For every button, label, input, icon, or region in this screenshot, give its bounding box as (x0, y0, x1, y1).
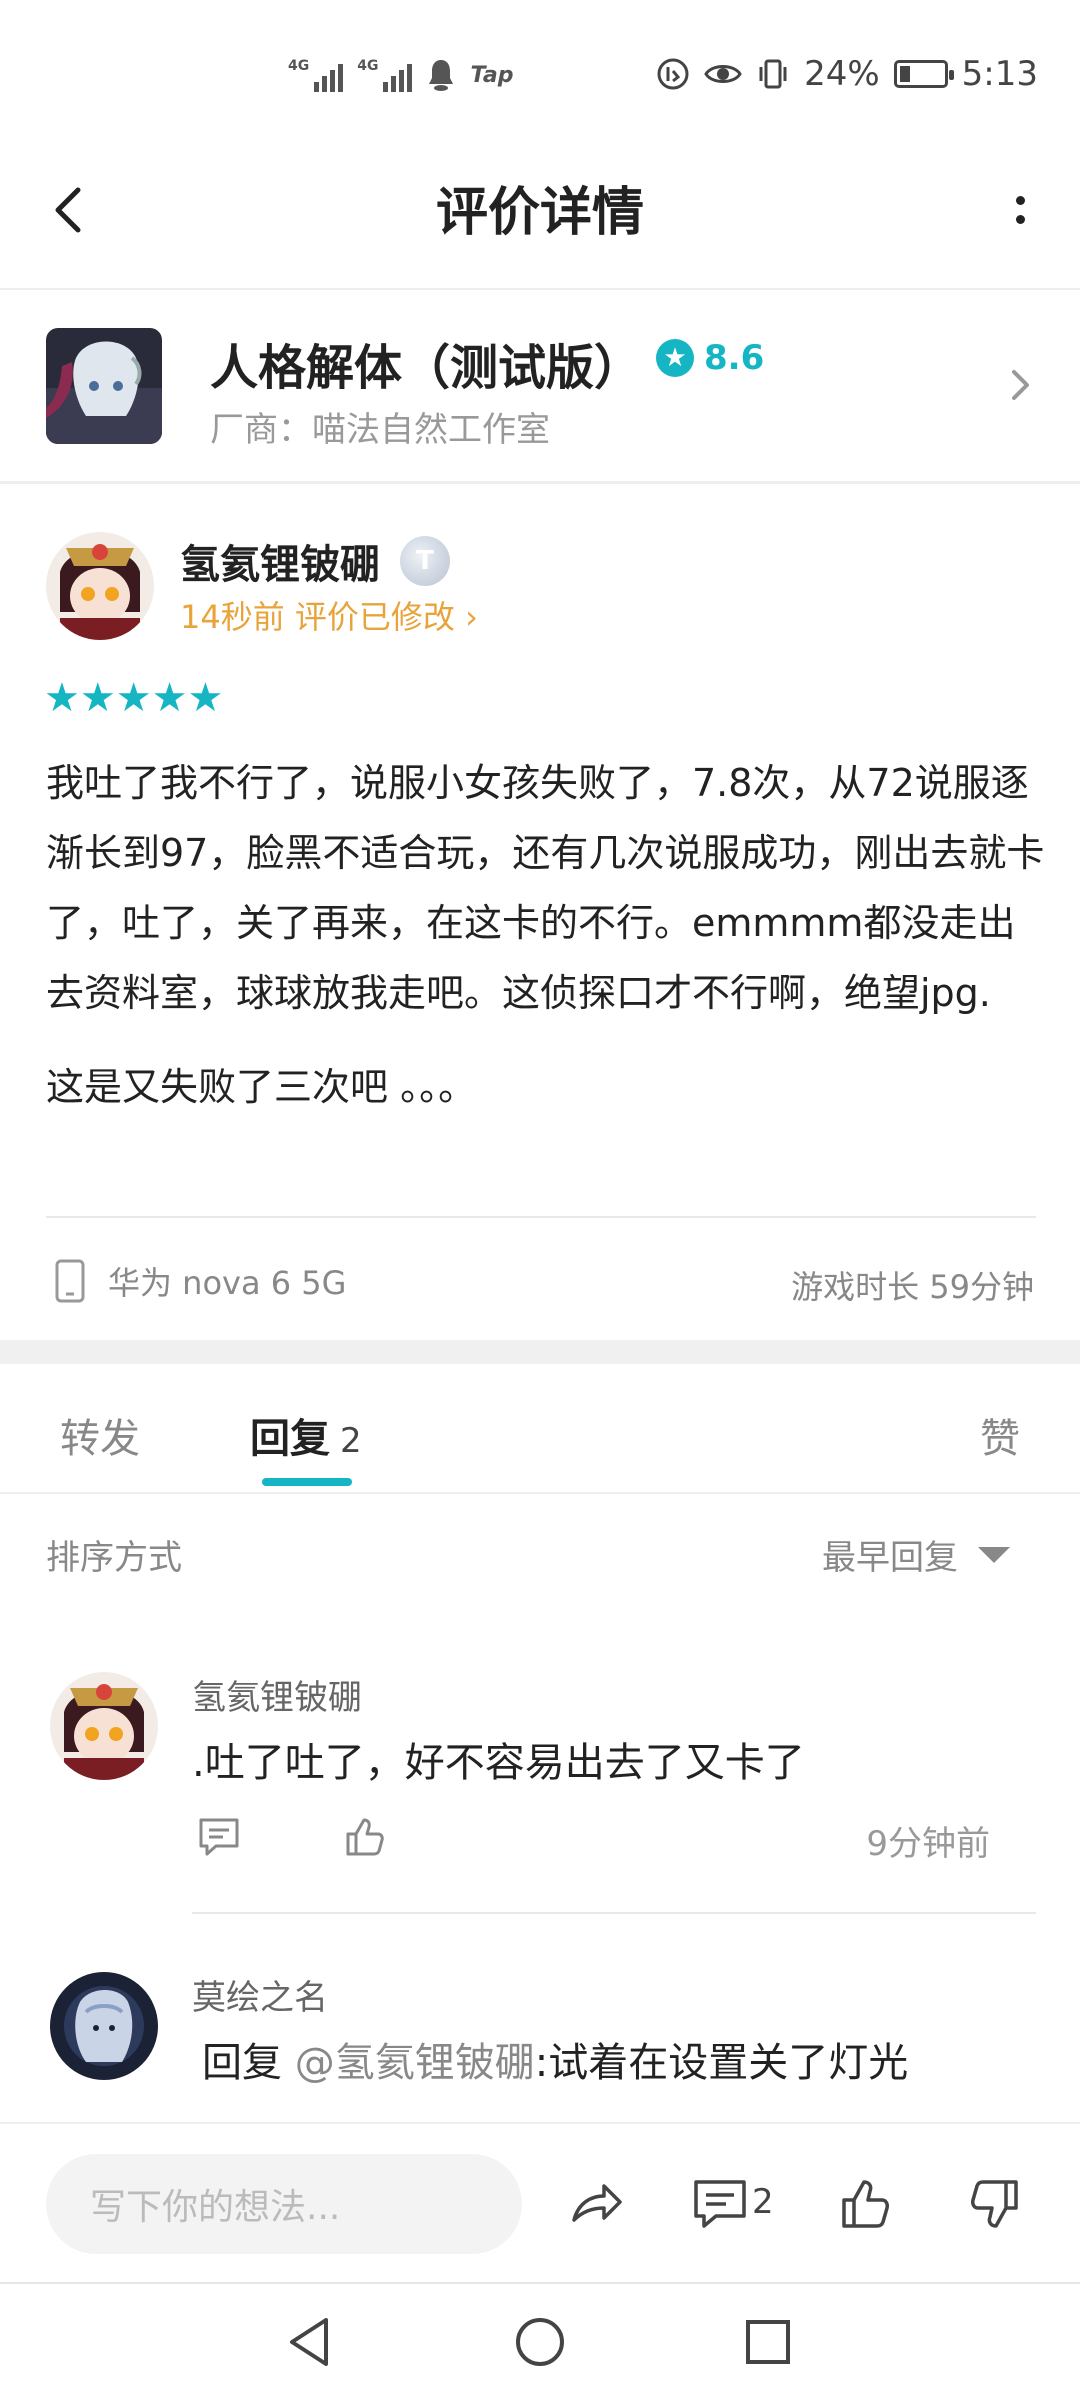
reviewer-avatar[interactable] (46, 532, 154, 640)
game-vendor: 厂商：喵法自然工作室 (210, 410, 550, 450)
review-paragraph-2: 这是又失败了三次吧 。。。 (46, 1065, 477, 1109)
phone-icon (55, 1259, 85, 1303)
app-header: 评价详情 (0, 150, 1080, 290)
share-icon[interactable] (566, 2174, 626, 2234)
reply-time: 9分钟前 (866, 1824, 990, 1864)
review-paragraph-1: 我吐了我不行了，说服小女孩失败了，7.8次，从72说服逐渐长到97，脸黑不适合玩… (46, 761, 1045, 1015)
tab-forward[interactable]: 转发 (60, 1406, 140, 1464)
reply-avatar[interactable] (50, 1972, 158, 2080)
reply-actions (196, 1814, 388, 1860)
nav-recents-icon[interactable] (738, 2312, 798, 2372)
reply-item: 氢氦锂铍硼 .吐了吐了，好不容易出去了又卡了 9分钟前 (0, 1616, 1080, 1916)
game-card[interactable]: 人格解体（测试版） ★ 8.6 厂商：喵法自然工作室 (0, 292, 1080, 484)
reply-text: 回复 @氢氦锂铍硼:试着在设置关了灯光 (202, 2030, 908, 2088)
chevron-right-icon (1012, 370, 1029, 400)
more-options-icon[interactable] (1000, 180, 1040, 240)
reply-username[interactable]: 氢氦锂铍硼 (192, 1670, 362, 1719)
reply-prefix: 回复 (202, 2040, 295, 2086)
sort-value: 最早回复 (822, 1538, 958, 1578)
comment-icon[interactable] (690, 2174, 750, 2234)
level-badge-text: T (416, 546, 434, 576)
game-score: ★ 8.6 (656, 338, 764, 378)
qq-icon (429, 60, 454, 91)
battery-percent: 24% (804, 54, 880, 94)
status-left: 4G 4G Tap (288, 58, 513, 92)
eye-icon (704, 65, 742, 83)
dropdown-triangle-icon (978, 1546, 1010, 1563)
comment-input[interactable]: 写下你的想法... (46, 2154, 522, 2254)
play-time: 游戏时长 59分钟 (791, 1268, 1034, 1306)
reply-item: 莫绘之名 回复 @氢氦锂铍硼:试着在设置关了灯光 (0, 1916, 1080, 2122)
tab-reply-count: 2 (340, 1421, 362, 1461)
status-bar: 4G 4G Tap 24% 5:13 (0, 0, 1080, 150)
data-saver-icon (657, 58, 689, 90)
reply-avatar[interactable] (50, 1672, 158, 1780)
score-value: 8.6 (704, 338, 765, 378)
meta-chevron-icon: › (465, 598, 478, 636)
reply-username[interactable]: 莫绘之名 (192, 1970, 328, 2019)
thumbs-up-icon[interactable] (342, 1814, 388, 1860)
divider (192, 1912, 1036, 1914)
battery-icon (893, 60, 954, 88)
thumbs-down-icon[interactable] (962, 2174, 1022, 2234)
active-tab-indicator (262, 1478, 352, 1486)
divider (46, 1216, 1036, 1218)
network-label-2: 4G (357, 58, 379, 74)
nav-home-icon[interactable] (510, 2312, 570, 2372)
tap-icon: Tap (470, 62, 514, 88)
tab-reply-label: 回复 (250, 1416, 330, 1462)
game-name: 人格解体（测试版） (210, 340, 643, 396)
signal-1-icon: 4G (288, 58, 344, 92)
review-meta-text: 14秒前 评价已修改 (180, 598, 455, 636)
game-icon (46, 328, 162, 444)
review-meta[interactable]: 14秒前 评价已修改 › (180, 592, 478, 638)
clock: 5:13 (961, 54, 1038, 94)
thumbs-up-icon[interactable] (838, 2174, 898, 2234)
reply-body: :试着在设置关了灯光 (534, 2040, 909, 2086)
sort-dropdown[interactable]: 最早回复 (822, 1530, 1010, 1579)
level-badge-icon: T (400, 536, 450, 586)
page-title: 评价详情 (435, 183, 644, 243)
reviewer-name[interactable]: 氢氦锂铍硼 (180, 532, 380, 590)
signal-2-icon: 4G (357, 58, 413, 92)
tab-reply[interactable]: 回复 2 (250, 1406, 362, 1464)
device-name: 华为 nova 6 5G (108, 1264, 347, 1302)
comment-icon[interactable] (196, 1814, 242, 1860)
vibrate-icon (759, 59, 787, 89)
review-tabs: 转发 回复 2 赞 (0, 1364, 1080, 1494)
network-label-1: 4G (288, 58, 310, 74)
nav-back-icon[interactable] (280, 2312, 340, 2372)
tab-like[interactable]: 赞 (980, 1406, 1020, 1464)
rating-stars: ★★★★★ (44, 675, 224, 721)
reply-mention[interactable]: @氢氦锂铍硼 (295, 2040, 535, 2086)
score-star-icon: ★ (656, 339, 694, 377)
section-gap (0, 1340, 1080, 1364)
system-nav-bar (0, 2282, 1080, 2400)
status-right: 24% 5:13 (656, 54, 1038, 94)
comment-count: 2 (752, 2182, 774, 2222)
sort-label: 排序方式 (46, 1538, 182, 1578)
bottom-action-bar: 写下你的想法... 2 (0, 2122, 1080, 2282)
sort-bar: 排序方式 最早回复 (0, 1496, 1080, 1616)
reply-text: .吐了吐了，好不容易出去了又卡了 (192, 1740, 805, 1786)
device-info: 华为 nova 6 5G (54, 1258, 346, 1304)
review-body: 我吐了我不行了，说服小女孩失败了，7.8次，从72说服逐渐长到97，脸黑不适合玩… (46, 748, 1046, 1146)
